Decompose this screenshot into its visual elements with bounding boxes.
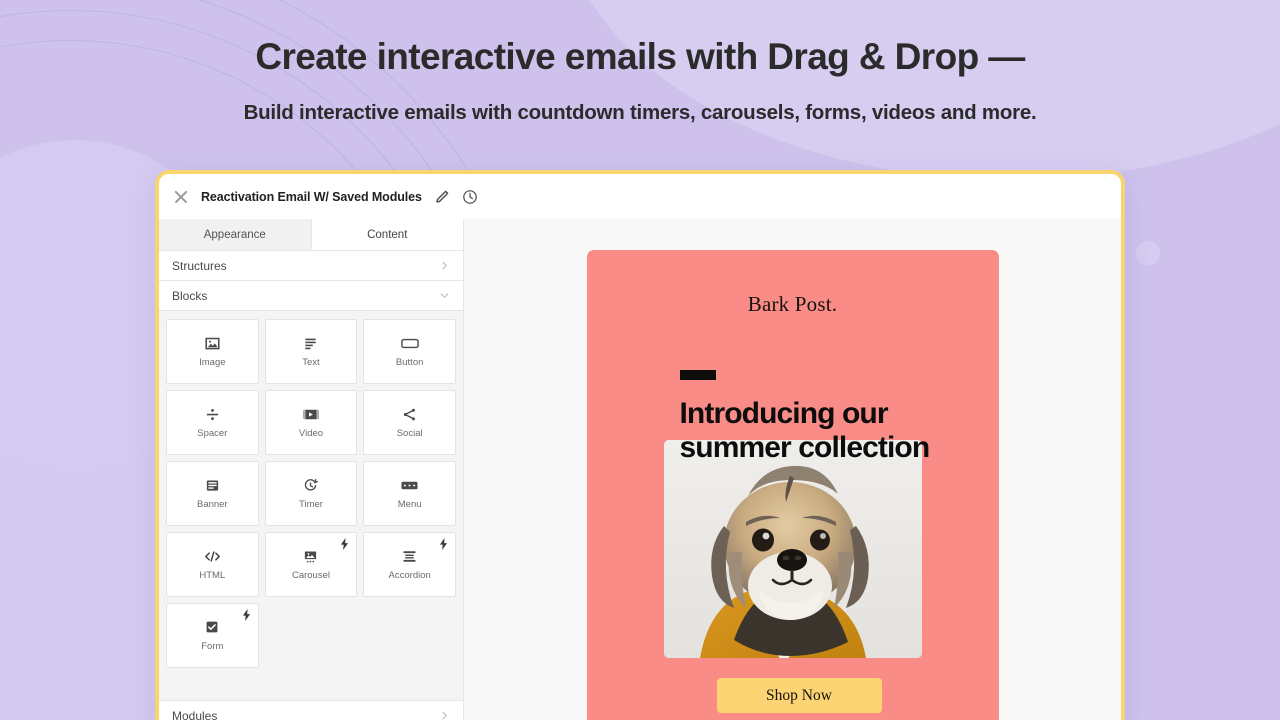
blocks-grid: Image Text Button Spacer Video Social Ba… (166, 319, 456, 668)
block-tile-spacer[interactable]: Spacer (166, 390, 259, 455)
timer-icon (303, 477, 319, 493)
block-tile-social[interactable]: Social (363, 390, 456, 455)
block-tile-image[interactable]: Image (166, 319, 259, 384)
dog-photo-image (663, 440, 922, 658)
hero-section: Create interactive emails with Drag & Dr… (0, 36, 1280, 125)
block-tile-text[interactable]: Text (264, 319, 358, 384)
sidebar-section-modules[interactable]: Modules (159, 700, 463, 720)
block-label: Button (395, 357, 424, 368)
code-icon (204, 548, 221, 564)
block-label: Accordion (388, 570, 431, 581)
block-tile-form[interactable]: Form (166, 603, 259, 668)
editor-header: Reactivation Email W/ Saved Modules (159, 174, 1121, 219)
sidebar-section-structures-label: Structures (172, 258, 227, 273)
email-brand: Bark Post. (747, 292, 838, 316)
block-label: Menu (397, 499, 422, 510)
email-editor-window: Reactivation Email W/ Saved Modules Appe… (155, 170, 1125, 720)
text-icon (303, 335, 318, 351)
block-tile-banner[interactable]: Banner (166, 461, 259, 526)
sidebar-section-blocks[interactable]: Blocks (159, 281, 463, 311)
banner-icon (205, 477, 220, 493)
block-label: HTML (199, 570, 226, 581)
shop-now-button[interactable]: Shop Now (716, 678, 882, 713)
block-label: Form (201, 641, 224, 652)
chevron-down-icon (439, 290, 450, 301)
block-tile-carousel[interactable]: Carousel (264, 532, 358, 597)
sidebar-section-blocks-label: Blocks (172, 288, 208, 303)
carousel-icon (303, 548, 318, 564)
page-title: Create interactive emails with Drag & Dr… (255, 36, 1025, 77)
block-label: Video (298, 428, 324, 439)
editor-canvas: Bark Post. Introducing our summer collec… (464, 219, 1121, 720)
block-tile-video[interactable]: Video (264, 390, 358, 455)
block-label: Carousel (291, 570, 330, 581)
sidebar-section-modules-label: Modules (172, 708, 218, 720)
document-title: Reactivation Email W/ Saved Modules (201, 189, 422, 204)
blocks-panel: Image Text Button Spacer Video Social Ba… (159, 311, 463, 700)
block-label: Timer (299, 499, 323, 510)
email-heading: Introducing our summer collection (679, 397, 931, 464)
page-subtitle: Build interactive emails with countdown … (243, 100, 1037, 124)
chevron-right-icon (439, 710, 450, 720)
editor-sidebar: Appearance Content Structures Blocks Ima… (159, 219, 464, 720)
block-label: Image (199, 357, 226, 368)
share-icon (402, 406, 417, 422)
block-label: Text (302, 357, 320, 368)
sidebar-tabs: Appearance Content (159, 219, 463, 251)
accordion-icon (402, 548, 417, 564)
lightning-bolt-icon (242, 609, 251, 625)
video-icon (303, 406, 319, 422)
image-icon (205, 335, 220, 351)
background-dot (1136, 241, 1160, 265)
block-tile-html[interactable]: HTML (166, 532, 259, 597)
button-icon (400, 335, 419, 351)
block-label: Banner (197, 499, 228, 510)
lightning-bolt-icon (439, 538, 448, 554)
block-tile-accordion[interactable]: Accordion (363, 532, 456, 597)
block-tile-timer[interactable]: Timer (264, 461, 358, 526)
chevron-right-icon (439, 260, 450, 271)
sidebar-section-structures[interactable]: Structures (159, 251, 463, 281)
spacer-icon (205, 406, 220, 422)
email-divider-bar (679, 370, 716, 380)
lightning-bolt-icon (340, 538, 349, 554)
checkbox-icon (205, 619, 219, 635)
menu-icon (401, 477, 418, 493)
block-tile-menu[interactable]: Menu (363, 461, 456, 526)
editor-body: Appearance Content Structures Blocks Ima… (159, 219, 1121, 720)
block-label: Social (396, 428, 423, 439)
block-label: Spacer (197, 428, 228, 439)
tab-appearance[interactable]: Appearance (159, 219, 312, 250)
clock-icon[interactable] (462, 189, 478, 205)
pencil-icon[interactable] (434, 189, 450, 205)
block-tile-button[interactable]: Button (363, 319, 456, 384)
dog-photo[interactable] (663, 440, 922, 658)
tab-content[interactable]: Content (311, 219, 463, 250)
email-preview[interactable]: Bark Post. Introducing our summer collec… (586, 250, 999, 720)
close-icon[interactable] (173, 189, 189, 205)
